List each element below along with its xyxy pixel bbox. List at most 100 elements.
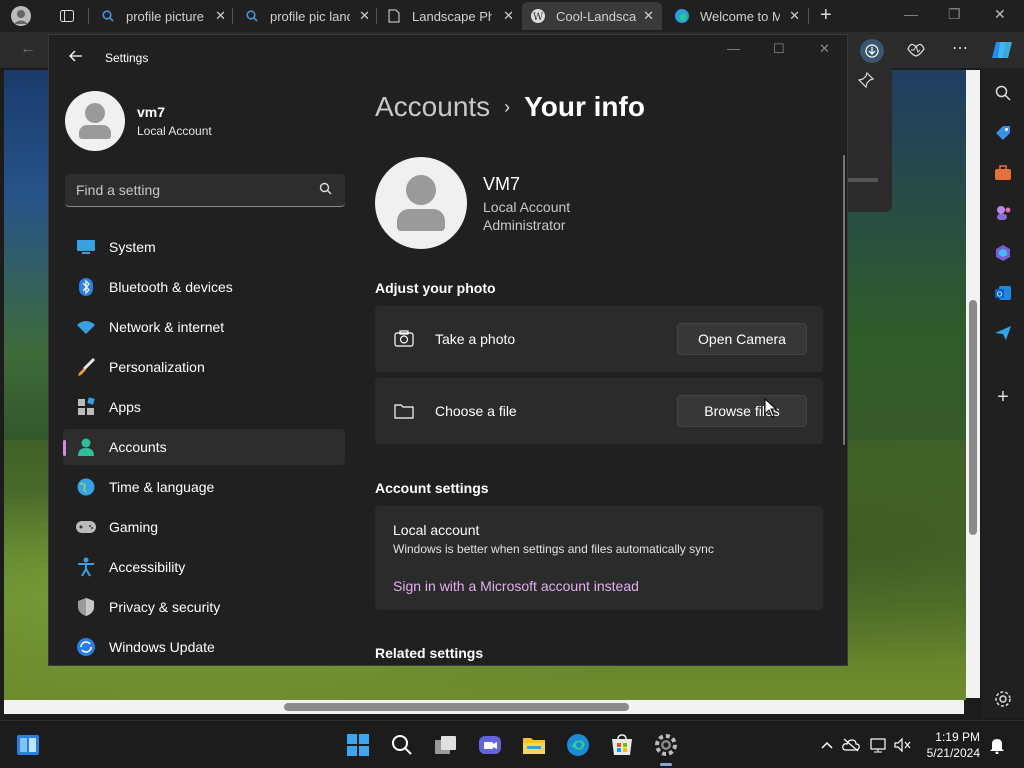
close-tab-icon[interactable]: ✕ (789, 8, 800, 24)
sidebar-item-accounts[interactable]: Accounts (63, 429, 345, 465)
profile-avatar-icon[interactable] (10, 5, 32, 27)
notifications-icon[interactable] (988, 736, 1006, 754)
task-view-icon[interactable] (434, 733, 458, 757)
microsoft-store-icon[interactable] (610, 733, 634, 757)
tab-landscape-photo[interactable]: Landscape Photo ✕ (386, 2, 514, 30)
teams-chat-icon[interactable] (478, 733, 502, 757)
sidebar-item-network[interactable]: Network & internet (63, 309, 345, 345)
add-icon[interactable]: + (992, 386, 1014, 408)
related-settings-heading: Related settings (375, 645, 484, 661)
document-icon (386, 8, 402, 24)
close-window-icon[interactable]: ✕ (994, 6, 1006, 23)
sidebar-item-label: Gaming (109, 519, 159, 535)
accessibility-icon (75, 556, 97, 578)
sidebar-item-label: Bluetooth & devices (109, 279, 233, 295)
chevron-right-icon: › (504, 96, 511, 117)
tab-cool-landscape[interactable]: W Cool-Landscape ✕ (522, 2, 662, 30)
profile-name: vm7 (137, 104, 166, 120)
close-tab-icon[interactable]: ✕ (643, 8, 654, 24)
minimize-icon[interactable]: — (904, 6, 918, 22)
browser-tab-strip: profile picture ✕ profile pic landscape … (0, 0, 1024, 32)
sidebar-item-windows-update[interactable]: Windows Update (63, 629, 345, 665)
search-input[interactable]: Find a setting (65, 174, 345, 207)
widgets-icon[interactable] (16, 733, 40, 757)
close-tab-icon[interactable]: ✕ (215, 8, 226, 24)
back-arrow-icon[interactable]: ← (20, 40, 36, 58)
system-clock[interactable]: 1:19 PM 5/21/2024 (927, 729, 980, 761)
downloads-icon[interactable] (860, 39, 884, 63)
page-vertical-scrollbar[interactable] (966, 70, 980, 698)
network-icon[interactable] (870, 736, 888, 754)
sidebar-item-gaming[interactable]: Gaming (63, 509, 345, 545)
pin-icon[interactable] (857, 71, 875, 93)
brush-icon (75, 356, 97, 378)
search-icon[interactable] (992, 82, 1014, 104)
settings-window-title: Settings (105, 50, 149, 65)
settings-scrollbar[interactable] (843, 155, 845, 445)
start-windows-icon[interactable] (346, 733, 370, 757)
sidebar-item-system[interactable]: System (63, 229, 345, 265)
user-name: VM7 (483, 173, 521, 194)
accounts-icon (75, 436, 97, 458)
games-icon[interactable] (992, 202, 1014, 224)
edge-icon (674, 8, 690, 24)
adjust-photo-heading: Adjust your photo (375, 280, 496, 296)
tools-icon[interactable] (992, 162, 1014, 184)
open-camera-button[interactable]: Open Camera (677, 323, 807, 355)
new-tab-button[interactable]: + (820, 4, 832, 27)
local-account-description: Windows is better when settings and file… (393, 542, 714, 556)
outlook-icon[interactable]: O (992, 282, 1014, 304)
sidebar-item-bluetooth[interactable]: Bluetooth & devices (63, 269, 345, 305)
close-tab-icon[interactable]: ✕ (503, 8, 514, 24)
take-photo-label: Take a photo (435, 331, 516, 347)
file-explorer-icon[interactable] (522, 733, 546, 757)
tab-profile-pic-landscape[interactable]: profile pic landscape ✕ (244, 2, 370, 30)
svg-text:O: O (997, 291, 1003, 299)
restore-icon[interactable]: ❐ (948, 6, 961, 23)
bluetooth-icon (75, 276, 97, 298)
choose-file-card: Choose a file Browse files (375, 378, 823, 444)
browse-files-button[interactable]: Browse files (677, 395, 807, 427)
avatar (65, 91, 125, 151)
gear-icon[interactable] (992, 688, 1014, 710)
sidebar-item-time-language[interactable]: Time & language (63, 469, 345, 505)
page-title: Your info (524, 91, 645, 122)
wifi-icon (75, 316, 97, 338)
more-options-icon[interactable]: ⋯ (952, 38, 968, 58)
sidebar-item-accessibility[interactable]: Accessibility (63, 549, 345, 585)
close-window-icon[interactable]: ✕ (819, 41, 830, 57)
tab-label: Welcome to Microsoft (700, 8, 780, 24)
minimize-icon[interactable]: — (727, 41, 740, 56)
sidebar-item-apps[interactable]: Apps (63, 389, 345, 425)
tab-label: Landscape Photo (412, 8, 492, 24)
avatar (375, 157, 467, 249)
edge-browser-icon[interactable] (566, 733, 590, 757)
choose-file-label: Choose a file (435, 403, 517, 419)
sidebar-item-label: Accessibility (109, 559, 186, 575)
microsoft-365-icon[interactable] (992, 242, 1014, 264)
clock-time: 1:19 PM (935, 730, 980, 744)
local-account-title: Local account (393, 522, 480, 538)
copilot-icon[interactable] (990, 38, 1014, 67)
tab-welcome-microsoft[interactable]: Welcome to Microsoft ✕ (674, 2, 800, 30)
back-arrow-icon[interactable] (69, 50, 83, 65)
volume-muted-icon[interactable] (894, 736, 912, 754)
sidebar-item-privacy[interactable]: Privacy & security (63, 589, 345, 625)
browser-essentials-icon[interactable] (906, 41, 926, 62)
cloud-offline-icon[interactable] (842, 736, 860, 754)
send-icon[interactable] (992, 322, 1014, 344)
chevron-up-icon[interactable] (818, 736, 836, 754)
maximize-icon[interactable]: ☐ (773, 41, 785, 57)
update-icon (75, 636, 97, 658)
sidebar-item-personalization[interactable]: Personalization (63, 349, 345, 385)
search-icon[interactable] (390, 733, 414, 757)
close-tab-icon[interactable]: ✕ (359, 8, 370, 24)
breadcrumb-parent[interactable]: Accounts (375, 91, 490, 123)
tab-actions-icon[interactable] (56, 5, 78, 27)
page-horizontal-scrollbar[interactable] (4, 700, 964, 714)
edge-sidebar: O + (982, 68, 1024, 718)
sign-in-microsoft-link[interactable]: Sign in with a Microsoft account instead (393, 578, 805, 594)
tab-profile-picture[interactable]: profile picture ✕ (100, 2, 226, 30)
shopping-tag-icon[interactable] (992, 122, 1014, 144)
settings-app-icon[interactable] (654, 733, 678, 766)
